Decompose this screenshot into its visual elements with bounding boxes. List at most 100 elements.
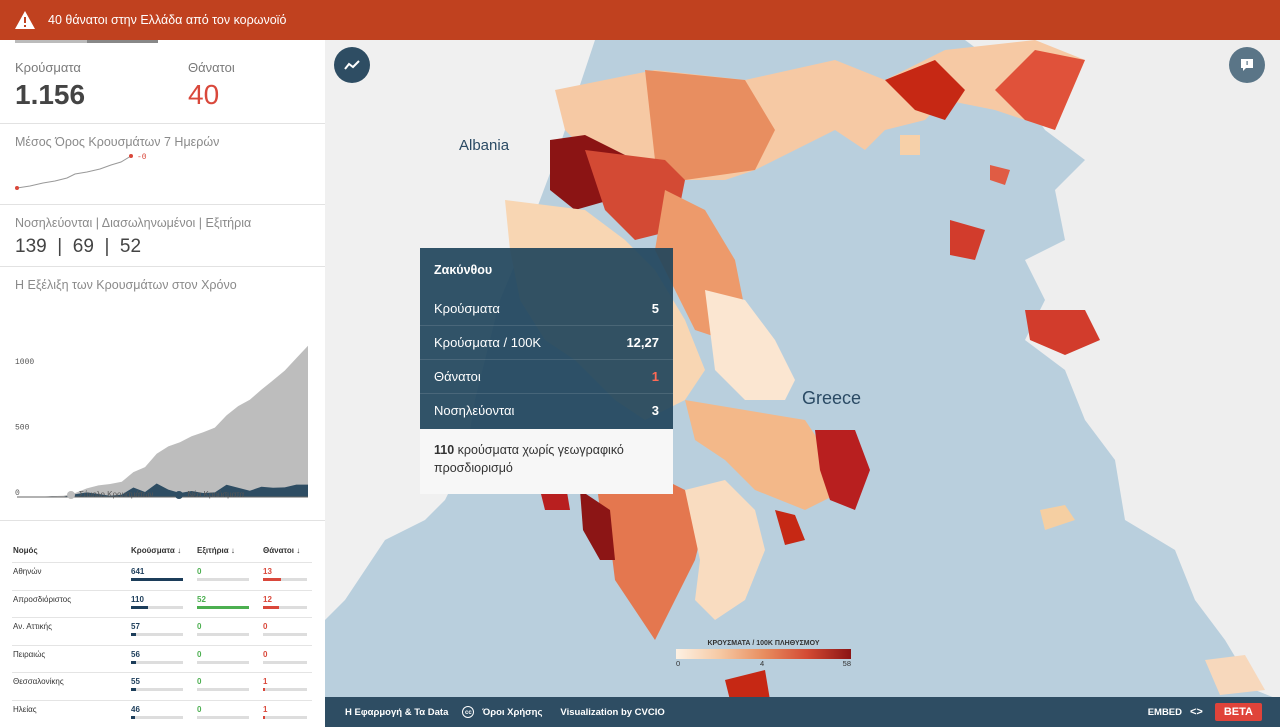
trend-icon [344,60,360,70]
col-deaths[interactable]: Θάνατοι ↓ [262,538,312,563]
deaths-label: Θάνατοι [188,60,235,75]
sparkline-start-dot [15,186,19,190]
tooltip-row-value: 5 [651,301,659,316]
turkey-land [965,40,1280,697]
row-recovered: 52 [196,589,262,618]
alert-text: 40 θάνατοι στην Ελλάδα από τον κορωνοϊό [48,13,287,27]
tooltip-row-value: 1 [651,369,659,384]
row-cases: 55 [130,672,196,700]
tooltip-row-label: Θάνατοι [434,369,481,384]
series-total-area [17,345,308,497]
recovered-bar [197,605,249,609]
legend-gradient [676,649,851,659]
row-deaths: 12 [262,589,312,618]
legend-total-swatch [67,490,75,499]
cases-label: Κρούσματα [15,60,81,75]
evolution-legend: Σύνολο Κρουσμάτων Νέα Κρούσματα [67,490,244,499]
deaths-kpi: Θάνατοι 40 [188,60,235,111]
albania-label: Albania [459,137,510,154]
divider [0,123,325,124]
embed-link[interactable]: EMBED [1148,707,1182,718]
terms-link[interactable]: Όροι Χρήσης [482,707,542,718]
tooltip-row: Κρούσματα / 100K 12,27 [420,326,673,360]
row-deaths: 0 [262,617,312,645]
row-region: Ηλείας [12,699,130,727]
thasos-island [900,135,920,155]
table-row[interactable]: Ηλείας 46 0 1 [12,699,312,727]
row-deaths: 0 [262,644,312,673]
recovered-bar [197,660,249,664]
recovered-bar [197,578,249,581]
laconia-region [725,670,770,697]
tooltip-row: Νοσηλεύονται 3 [420,394,673,427]
legend-title: ΚΡΟΥΣΜΑΤΑ / 100Κ ΠΛΗΘΥΣΜΟΥ [707,640,820,647]
deaths-bar [263,660,307,664]
trend-button[interactable] [334,47,370,83]
cases-value: 1.156 [15,79,86,110]
alert-bar: 40 θάνατοι στην Ελλάδα από τον κορωνοϊό [0,0,1280,40]
sort-down-icon[interactable]: ↓ [231,546,235,555]
cc-icon: cc [462,706,475,718]
tooltip-note: 110 κρούσματα χωρίς γεωγραφικό προσδιορι… [420,429,673,494]
col-cases[interactable]: Κρούσματα ↓ [130,538,196,563]
greece-label: Greece [802,388,861,408]
cases-table: Νομός Κρούσματα ↓ Εξιτήρια ↓ Θάνατοι ↓ Α… [12,538,312,727]
row-deaths: 13 [262,562,312,590]
table-row[interactable]: Αθηνών 641 0 13 [12,562,312,590]
col-recovered[interactable]: Εξιτήρια ↓ [196,538,262,563]
tooltip-note-number: 110 [434,443,455,457]
hospital-title: Νοσηλεύονται | Διασωληνωμένοι | Εξιτήρια [15,216,252,230]
tooltip-row: Κρούσματα 5 [420,292,673,326]
cases-kpi: Κρούσματα 1.156 [15,60,85,111]
divider [0,520,325,521]
cases-bar [131,633,183,636]
divider [0,204,325,205]
tooltip-row-label: Κρούσματα / 100K [434,335,542,350]
comment-icon [1241,59,1253,71]
divider [0,266,325,267]
samothraki-island [990,165,1010,185]
visualization-credit[interactable]: Visualization by CVCIO [560,707,664,718]
row-deaths: 1 [262,699,312,727]
row-region: Απροσδιόριστος [12,589,130,618]
cases-bar [131,688,183,691]
table-row[interactable]: Απροσδιόριστος 110 52 12 [12,589,312,618]
table-row[interactable]: Θεσσαλονίκης 55 0 1 [12,672,312,700]
row-recovered: 0 [196,617,262,645]
tab-indicator-active [87,40,158,43]
tooltip-row: Θάνατοι 1 [420,360,673,394]
row-cases: 56 [130,644,196,673]
avg7-sparkline: -0 [15,153,147,190]
deaths-bar [263,633,307,636]
sort-down-icon[interactable]: ↓ [296,546,300,555]
col-region: Νομός [13,545,38,555]
legend-mid: 4 [760,659,765,668]
ikaria-island [1040,505,1075,530]
avg7-title: Μέσος Όρος Κρουσμάτων 7 Ημερών [15,135,220,149]
tooltip-row-label: Νοσηλεύονται [434,403,515,418]
app-data-link[interactable]: Η Εφαρμογή & Τα Data [345,707,448,718]
feedback-button[interactable] [1229,47,1265,83]
tooltip-note-text: κρούσματα χωρίς γεωγραφικό προσδιορισμό [434,443,624,475]
row-recovered: 0 [196,672,262,700]
footer-bar: Η Εφαρμογή & Τα Data cc Όροι Χρήσης Visu… [325,697,1280,727]
row-cases: 641 [130,562,196,590]
recovered-bar [197,633,249,636]
region-tooltip: Ζακύνθου Κρούσματα 5 Κρούσματα / 100K 12,2… [420,248,673,495]
deaths-bar [263,605,307,609]
tooltip-stats: Ζακύνθου Κρούσματα 5 Κρούσματα / 100K 12,2… [420,248,673,429]
legend-new-label: Νέα Κρούσματα [187,490,245,499]
cases-bar [131,578,183,581]
row-region: Αν. Αττικής [12,617,130,645]
legend-min: 0 [676,659,681,668]
tooltip-row-label: Κρούσματα [434,301,500,316]
magnesia-region [705,290,795,400]
deaths-bar [263,715,307,719]
sort-down-icon[interactable]: ↓ [177,546,181,555]
lemnos-island [950,220,985,260]
map-legend: ΚΡΟΥΣΜΑΤΑ / 100Κ ΠΛΗΘΥΣΜΟΥ 0 4 58 [676,640,851,669]
aegina-island [775,510,805,545]
code-icon[interactable]: <> [1190,706,1203,718]
table-row[interactable]: Πειραιώς 56 0 0 [12,644,312,673]
table-row[interactable]: Αν. Αττικής 57 0 0 [12,617,312,645]
